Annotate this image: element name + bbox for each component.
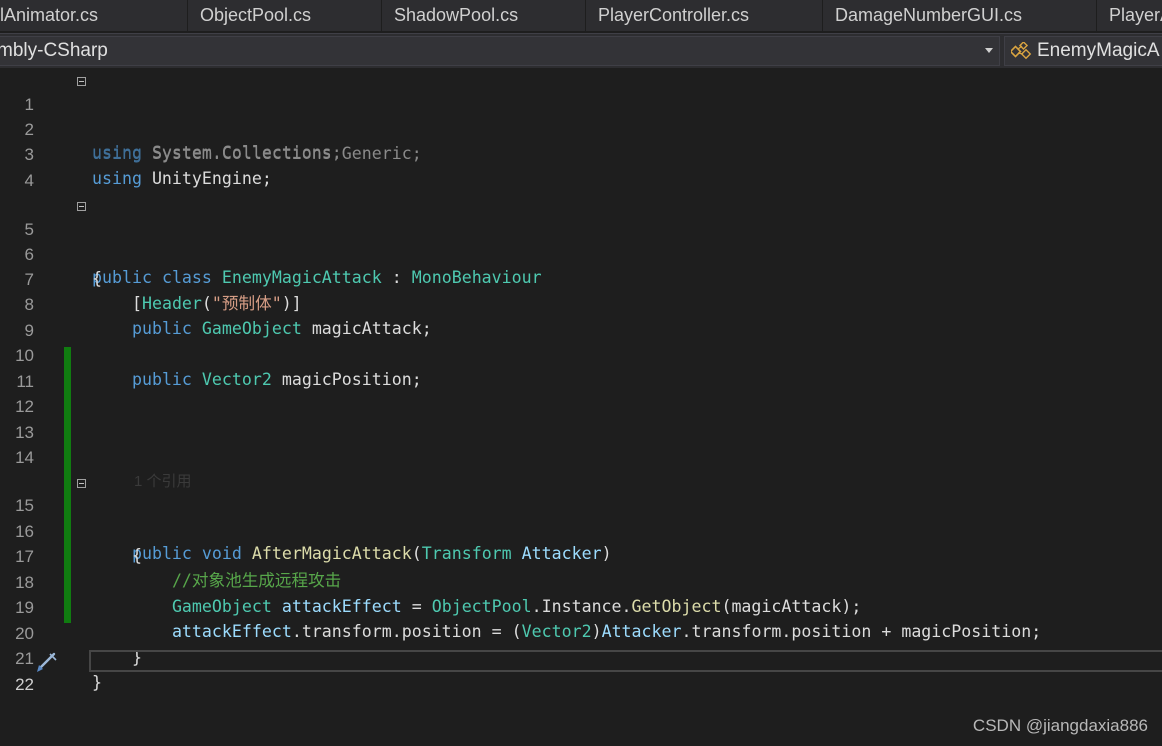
code-line: 2 using System.Collections.Generic; (0, 94, 1162, 163)
code-line: 11 (0, 346, 1162, 391)
code-line: 15 public void AfterMagicAttack(Transfor… (0, 470, 1162, 563)
tab-damage-number-gui[interactable]: DamageNumberGUI.cs (825, 0, 1097, 31)
code-line: 14 (0, 422, 1162, 467)
code-line: 21 } (0, 623, 1162, 692)
member-dropdown[interactable]: EnemyMagicA (1004, 36, 1162, 66)
quick-actions-brush-icon[interactable] (34, 650, 60, 679)
code-line: 6 { (0, 219, 1162, 288)
code-line: 18 GameObject attackEffect = ObjectPool.… (0, 547, 1162, 616)
brace: } (92, 673, 102, 692)
tab-player-a[interactable]: PlayerA (1099, 0, 1162, 31)
watermark: CSDN @jiangdaxia886 (972, 716, 1148, 735)
project-dropdown-label: mbly-CSharp (0, 40, 108, 61)
namespace: UnityEngine; (141, 169, 272, 188)
code-line: 7 [Header("预制体")] (0, 244, 1162, 313)
class-member-icon (1009, 40, 1033, 65)
code-line: 10 public Vector2 magicPosition; (0, 320, 1162, 389)
code-line: 8 public GameObject magicAttack; (0, 269, 1162, 338)
code-line: 1 using System.Collections; (0, 69, 1162, 162)
tab-shadow-pool[interactable]: ShadowPool.cs (384, 0, 586, 31)
collapse-icon[interactable] (77, 77, 86, 86)
chevron-down-icon (985, 48, 993, 53)
code-line: 20 } (0, 598, 1162, 667)
member-dropdown-label: EnemyMagicA (1037, 40, 1160, 61)
line-number: 4 (24, 171, 34, 190)
code-line: 9 (0, 295, 1162, 340)
code-line: 4 (0, 145, 1162, 190)
tab-player-controller[interactable]: PlayerController.cs (588, 0, 823, 31)
document-tab-strip: olAnimator.cs ObjectPool.cs ShadowPool.c… (0, 0, 1162, 31)
code-line: 12 (0, 371, 1162, 416)
project-dropdown[interactable]: mbly-CSharp (0, 36, 1000, 66)
code-line: 5 public class EnemyMagicAttack : MonoBe… (0, 194, 1162, 287)
keyword: using (92, 169, 142, 188)
code-line: 22 (0, 649, 1162, 694)
code-line: 16 { (0, 496, 1162, 565)
code-line: 3 using UnityEngine; (0, 119, 1162, 188)
code-line: 19 attackEffect.transform.position = (Ve… (0, 572, 1162, 641)
codelens-line: 1 个引用 (0, 446, 1162, 490)
navigation-bar: mbly-CSharp EnemyMagicA (0, 33, 1162, 69)
tab-object-pool[interactable]: ObjectPool.cs (190, 0, 382, 31)
code-line: 13 (0, 397, 1162, 442)
line-number: 22 (15, 675, 34, 694)
collapse-icon[interactable] (77, 202, 86, 211)
collapse-icon[interactable] (77, 479, 86, 488)
code-editor[interactable]: 1 using System.Collections; 2 using Syst… (0, 68, 1162, 746)
code-line: 17 //对象池生成远程攻击 (0, 521, 1162, 590)
tab-pool-animator[interactable]: olAnimator.cs (0, 0, 188, 31)
